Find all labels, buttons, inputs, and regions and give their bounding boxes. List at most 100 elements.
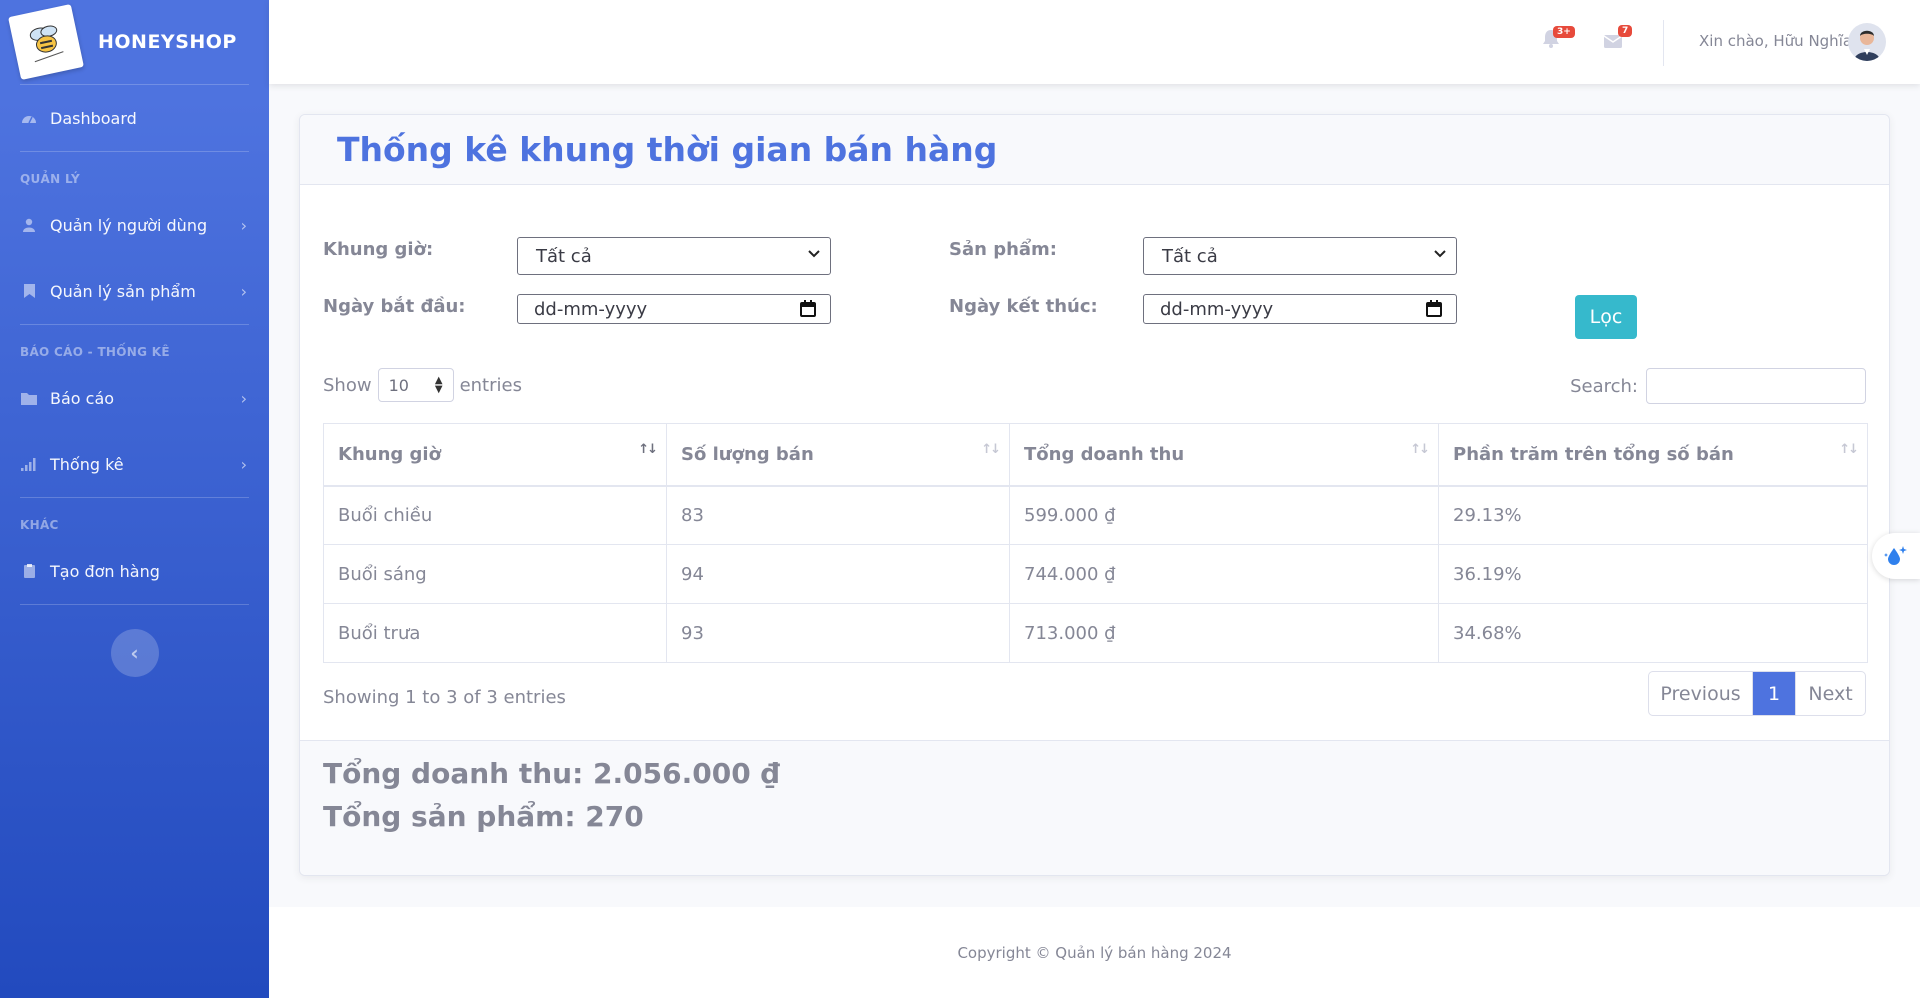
sidebar: HONEYSHOP Dashboard QUẢN LÝ Quản lý ngườ…	[0, 0, 269, 998]
messages-badge: 7	[1618, 25, 1633, 37]
filter-button[interactable]: Lọc	[1575, 295, 1637, 339]
sidebar-toggle-button[interactable]: ‹	[110, 629, 159, 677]
chevron-right-icon: ›	[240, 215, 247, 235]
chevron-down-icon	[1434, 246, 1446, 262]
sidebar-item-label: Tạo đơn hàng	[50, 561, 160, 581]
cell-time-slot: Buổi chiều	[323, 485, 667, 545]
page-title: Thống kê khung thời gian bán hàng	[337, 130, 998, 169]
sidebar-divider	[20, 604, 249, 605]
sidebar-item-create-order[interactable]: Tạo đơn hàng	[0, 538, 269, 604]
stats-table: Khung giờ ↑↓ Số lượng bán ↑↓ Tổng doanh th…	[323, 423, 1868, 663]
summary-footer: Tổng doanh thu: 2.056.000 ₫ Tổng sản phẩ…	[300, 740, 1889, 875]
page-length-control: Show 10 ▲ ▼ entries	[323, 368, 522, 402]
cell-quantity: 83	[666, 485, 1010, 545]
topbar-divider	[1663, 20, 1664, 66]
column-header-revenue[interactable]: Tổng doanh thu ↑↓	[1009, 423, 1439, 487]
end-date-input[interactable]: dd-mm-yyyy	[1143, 294, 1457, 324]
search-label: Search:	[1570, 375, 1638, 397]
sidebar-item-stats[interactable]: Thống kê ›	[0, 431, 269, 497]
brand[interactable]: HONEYSHOP	[0, 0, 269, 84]
cell-time-slot: Buổi sáng	[323, 544, 667, 604]
sort-arrows-icon: ▲ ▼	[434, 375, 443, 395]
end-date-label: Ngày kết thúc:	[949, 296, 1098, 317]
time-slot-label: Khung giờ:	[323, 239, 434, 260]
sidebar-item-users[interactable]: Quản lý người dùng ›	[0, 192, 269, 258]
page-1-button[interactable]: 1	[1753, 672, 1795, 715]
calendar-icon[interactable]	[1426, 300, 1442, 322]
product-select[interactable]: Tất cả	[1143, 237, 1457, 275]
sidebar-item-dashboard[interactable]: Dashboard	[0, 85, 269, 151]
cell-percent: 36.19%	[1438, 544, 1868, 604]
sort-icon: ↑↓	[1839, 442, 1859, 457]
cell-revenue: 713.000 ₫	[1009, 603, 1439, 663]
sidebar-item-label: Quản lý người dùng	[50, 215, 208, 235]
chevron-right-icon: ›	[240, 281, 247, 301]
start-date-input[interactable]: dd-mm-yyyy	[517, 294, 831, 324]
card-header: Thống kê khung thời gian bán hàng	[300, 115, 1889, 185]
start-date-value: dd-mm-yyyy	[534, 298, 648, 320]
search-input[interactable]	[1646, 368, 1866, 404]
signal-bars-icon	[20, 456, 38, 472]
user-greeting[interactable]: Xin chào, Hữu Nghĩa	[1699, 32, 1852, 50]
column-header-percent[interactable]: Phần trăm trên tổng số bán ↑↓	[1438, 423, 1868, 487]
chevron-right-icon: ›	[240, 454, 247, 474]
chevron-left-icon: ‹	[130, 641, 139, 665]
sidebar-item-label: Dashboard	[50, 108, 137, 128]
cell-time-slot: Buổi trưa	[323, 603, 667, 663]
show-label: Show	[323, 374, 372, 396]
column-header-time-slot[interactable]: Khung giờ ↑↓	[323, 423, 667, 487]
sidebar-item-products[interactable]: Quản lý sản phẩm ›	[0, 258, 269, 324]
bookmark-icon	[20, 283, 38, 299]
page-length-value: 10	[388, 375, 409, 395]
table-header-row: Khung giờ ↑↓ Số lượng bán ↑↓ Tổng doanh th…	[323, 423, 1868, 487]
user-avatar[interactable]	[1848, 23, 1886, 61]
sidebar-item-label: Quản lý sản phẩm	[50, 281, 196, 301]
sidebar-heading-other: KHÁC	[20, 518, 59, 532]
entries-label: entries	[459, 374, 522, 396]
total-revenue: Tổng doanh thu: 2.056.000 ₫	[323, 757, 780, 790]
stats-card: Thống kê khung thời gian bán hàng Khung …	[299, 114, 1890, 876]
sort-asc-icon: ↑↓	[638, 442, 658, 457]
total-products: Tổng sản phẩm: 270	[323, 800, 644, 833]
start-date-label: Ngày bắt đầu:	[323, 296, 466, 317]
sidebar-heading-manage: QUẢN LÝ	[20, 172, 81, 186]
column-header-quantity[interactable]: Số lượng bán ↑↓	[666, 423, 1010, 487]
time-slot-value: Tất cả	[536, 245, 592, 267]
user-icon	[20, 217, 38, 233]
bee-logo-icon	[8, 4, 84, 80]
alerts-badge: 3+	[1553, 26, 1575, 38]
product-value: Tất cả	[1162, 245, 1218, 267]
tachometer-icon	[20, 110, 38, 126]
messages-dropdown[interactable]: 7	[1603, 25, 1633, 52]
sort-icon: ↑↓	[981, 442, 1001, 457]
calendar-icon[interactable]	[800, 300, 816, 322]
sort-icon: ↑↓	[1410, 442, 1430, 457]
sidebar-heading-reports: BÁO CÁO - THỐNG KÊ	[20, 345, 170, 359]
alerts-dropdown[interactable]: 3+	[1543, 26, 1575, 52]
table-info: Showing 1 to 3 of 3 entries	[323, 687, 566, 708]
pagination: Previous 1 Next	[1648, 671, 1866, 716]
table-search: Search:	[1570, 368, 1866, 404]
topbar: 3+ 7 Xin chào, Hữu Nghĩa	[269, 0, 1920, 84]
next-page-button[interactable]: Next	[1795, 672, 1865, 715]
cell-percent: 34.68%	[1438, 603, 1868, 663]
page-footer: Copyright © Quản lý bán hàng 2024	[269, 907, 1920, 998]
sidebar-item-label: Thống kê	[50, 454, 124, 474]
sidebar-item-reports[interactable]: Báo cáo ›	[0, 365, 269, 431]
table-row: Buổi sáng 94 744.000 ₫ 36.19%	[323, 544, 1868, 604]
floating-assistant-button[interactable]	[1872, 533, 1920, 579]
table-row: Buổi chiều 83 599.000 ₫ 29.13%	[323, 485, 1868, 545]
clipboard-icon	[20, 563, 38, 579]
end-date-value: dd-mm-yyyy	[1160, 298, 1274, 320]
chevron-right-icon: ›	[240, 388, 247, 408]
sidebar-item-label: Báo cáo	[50, 388, 115, 408]
envelope-icon	[1603, 35, 1623, 48]
chevron-down-icon	[808, 246, 820, 262]
page-length-select[interactable]: 10 ▲ ▼	[377, 368, 454, 402]
cell-quantity: 93	[666, 603, 1010, 663]
water-drop-sparkle-icon	[1884, 546, 1907, 565]
time-slot-select[interactable]: Tất cả	[517, 237, 831, 275]
folder-icon	[20, 390, 38, 406]
table-row: Buổi trưa 93 713.000 ₫ 34.68%	[323, 603, 1868, 663]
previous-page-button[interactable]: Previous	[1649, 672, 1753, 715]
